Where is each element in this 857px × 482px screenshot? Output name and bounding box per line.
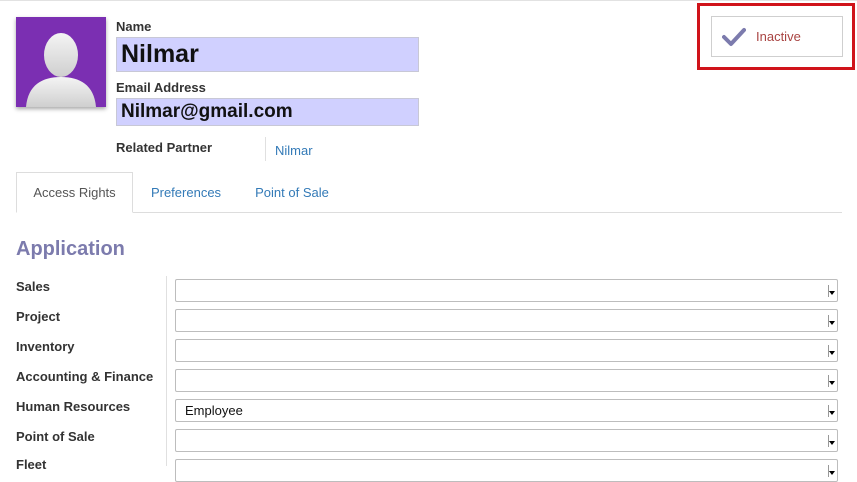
name-field[interactable]: Nilmar (116, 37, 419, 72)
human-resources-label: Human Resources (16, 399, 131, 414)
dropdown-arrow-icon (828, 285, 835, 297)
user-placeholder-icon (26, 33, 96, 107)
dropdown-arrow-icon (828, 435, 835, 447)
accounting-label: Accounting & Finance (16, 369, 154, 384)
tab-preferences[interactable]: Preferences (134, 172, 238, 213)
project-label: Project (16, 309, 61, 324)
email-label: Email Address (116, 80, 206, 95)
dropdown-arrow-icon (828, 465, 835, 477)
project-select[interactable] (175, 309, 838, 332)
dropdown-arrow-icon (828, 405, 835, 417)
dropdown-arrow-icon (828, 375, 835, 387)
tab-access-rights[interactable]: Access Rights (16, 172, 133, 213)
dropdown-arrow-icon (828, 315, 835, 327)
top-divider (0, 0, 857, 1)
inventory-label: Inventory (16, 339, 75, 354)
avatar[interactable] (16, 17, 106, 107)
point-of-sale-label: Point of Sale (16, 429, 95, 444)
related-partner-link[interactable]: Nilmar (275, 143, 313, 158)
email-field[interactable]: Nilmar@gmail.com (116, 98, 419, 126)
related-partner-label: Related Partner (116, 140, 213, 155)
sales-label: Sales (16, 279, 50, 294)
partner-divider (265, 137, 266, 161)
human-resources-select[interactable]: Employee (175, 399, 838, 422)
fleet-select[interactable] (175, 459, 838, 482)
status-label: Inactive (756, 29, 801, 44)
label-column-divider (166, 276, 167, 466)
inventory-select[interactable] (175, 339, 838, 362)
dropdown-arrow-icon (828, 345, 835, 357)
accounting-select[interactable] (175, 369, 838, 392)
tab-point-of-sale[interactable]: Point of Sale (240, 172, 344, 213)
toggle-active-button[interactable]: Inactive (711, 16, 843, 57)
name-label: Name (116, 19, 152, 34)
human-resources-value: Employee (185, 403, 243, 418)
point-of-sale-select[interactable] (175, 429, 838, 452)
sales-select[interactable] (175, 279, 838, 302)
section-title: Application (16, 238, 125, 260)
check-icon (722, 27, 746, 46)
fleet-label: Fleet (16, 457, 47, 472)
